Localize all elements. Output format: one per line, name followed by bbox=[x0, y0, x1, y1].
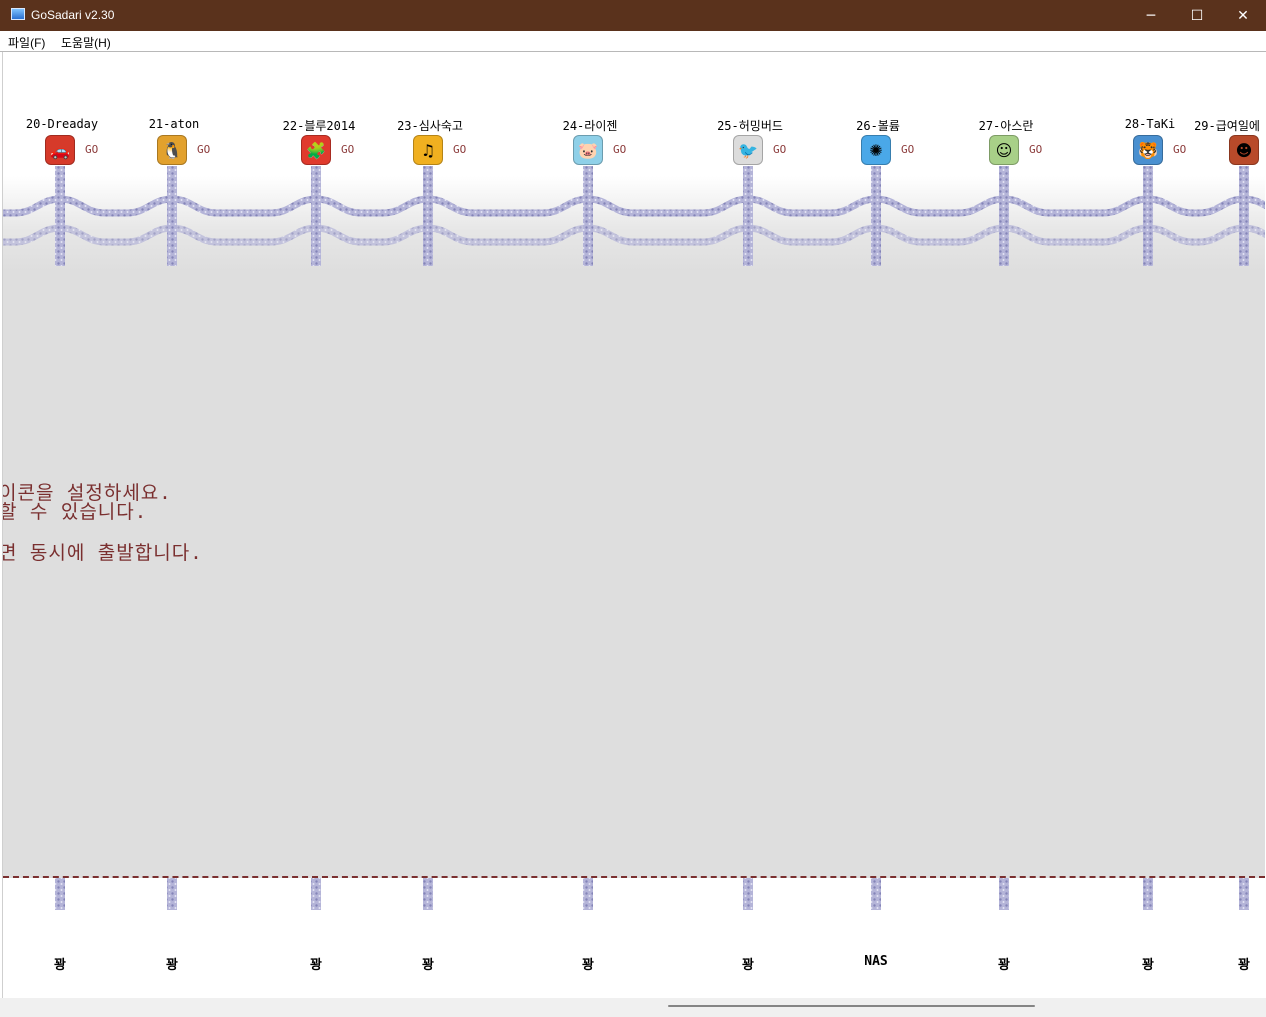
ladder-lines bbox=[3, 166, 1265, 266]
result-label: NAS bbox=[864, 954, 888, 969]
player-name-label: 22-블루2014 bbox=[282, 119, 356, 133]
instruction-line-2: 할 수 있습니다. bbox=[2, 501, 148, 523]
go-button[interactable]: GO bbox=[1029, 143, 1042, 156]
player-name-label: 21-aton bbox=[148, 117, 200, 131]
ladder-rail bbox=[55, 166, 65, 266]
app-icon bbox=[11, 8, 25, 20]
puzzle-game-icon[interactable]: 🧩 bbox=[301, 135, 331, 165]
maximize-button[interactable]: ☐ bbox=[1174, 0, 1220, 31]
result-label: 꽝 bbox=[582, 958, 594, 973]
result-label: 꽝 bbox=[998, 958, 1010, 973]
go-button[interactable]: GO bbox=[901, 143, 914, 156]
player-name-label: 27-아스란 bbox=[978, 119, 1034, 133]
ladder-rail bbox=[311, 166, 321, 266]
menu-help[interactable]: 도움말(H) bbox=[61, 34, 111, 51]
music-note-icon[interactable]: ♫ bbox=[413, 135, 443, 165]
ladder-rail bbox=[1239, 166, 1249, 266]
penguin-game-icon[interactable]: 🐧 bbox=[157, 135, 187, 165]
ladder-canvas: 20-Dreaday 🚗 GO 21-aton 🐧 GO 22-블루2014 🧩 GO 23-심사… bbox=[2, 52, 1265, 998]
result-label: 꽝 bbox=[54, 958, 66, 973]
tiger-face-icon[interactable]: 🐯 bbox=[1133, 135, 1163, 165]
result-label: 꽝 bbox=[166, 958, 178, 973]
ladder-waves bbox=[3, 195, 1265, 246]
result-label: 꽝 bbox=[422, 958, 434, 973]
result-label: 꽝 bbox=[1142, 958, 1154, 973]
icon-glyph: 🐦 bbox=[738, 140, 758, 160]
ladder-rail bbox=[583, 166, 593, 266]
icon-glyph: ☺ bbox=[995, 140, 1013, 160]
go-button[interactable]: GO bbox=[197, 143, 210, 156]
ladder-rail bbox=[999, 166, 1009, 266]
icon-glyph: 🐧 bbox=[162, 140, 182, 160]
icon-glyph: 🚗 bbox=[50, 140, 70, 160]
result-label: 꽝 bbox=[1238, 958, 1250, 973]
pig-game-icon[interactable]: 🐷 bbox=[573, 135, 603, 165]
icon-glyph: ♫ bbox=[420, 140, 436, 160]
result-label: 꽝 bbox=[742, 958, 754, 973]
go-button[interactable]: GO bbox=[453, 143, 466, 156]
ladder-wave bbox=[3, 224, 1265, 246]
icon-glyph: ☻ bbox=[1235, 140, 1253, 160]
icon-glyph: ✺ bbox=[869, 140, 883, 160]
icon-glyph: 🧩 bbox=[306, 140, 326, 160]
ladder-rail bbox=[871, 166, 881, 266]
pinwheel-icon[interactable]: ✺ bbox=[861, 135, 891, 165]
player-name-label: 20-Dreaday bbox=[25, 117, 99, 131]
cars-game-icon[interactable]: 🚗 bbox=[45, 135, 75, 165]
icon-glyph: 🐷 bbox=[578, 140, 598, 160]
go-button[interactable]: GO bbox=[1173, 143, 1186, 156]
player-name-label: 25-허밍버드 bbox=[717, 119, 783, 133]
finish-line bbox=[3, 876, 1265, 878]
minimize-button[interactable]: ─ bbox=[1128, 0, 1174, 31]
ladder-rail bbox=[423, 166, 433, 266]
ladder-rail bbox=[167, 166, 177, 266]
ladder-rail bbox=[743, 166, 753, 266]
scrollbar-thumb[interactable] bbox=[668, 1005, 1035, 1007]
go-button[interactable]: GO bbox=[773, 143, 786, 156]
player-name-label: 28-TaKi bbox=[1124, 117, 1176, 131]
cartoon-face-icon[interactable]: ☺ bbox=[989, 135, 1019, 165]
go-button[interactable]: GO bbox=[85, 143, 98, 156]
angry-bird-icon[interactable]: 🐦 bbox=[733, 135, 763, 165]
result-label: 꽝 bbox=[310, 958, 322, 973]
title-bar: GoSadari v2.30 ─ ☐ ✕ bbox=[0, 0, 1266, 31]
window-title: GoSadari v2.30 bbox=[31, 8, 115, 22]
icon-glyph: 🐯 bbox=[1138, 140, 1158, 160]
player-name-label: 29-급여일에 bbox=[1194, 119, 1260, 133]
character-face-icon[interactable]: ☻ bbox=[1229, 135, 1259, 165]
close-button[interactable]: ✕ bbox=[1220, 0, 1266, 31]
go-button[interactable]: GO bbox=[341, 143, 354, 156]
ladder-wave bbox=[3, 195, 1265, 217]
go-button[interactable]: GO bbox=[613, 143, 626, 156]
horizontal-scrollbar[interactable] bbox=[0, 998, 1266, 1017]
menu-file[interactable]: 파일(F) bbox=[8, 34, 45, 51]
player-name-label: 24-라이젠 bbox=[562, 119, 618, 133]
player-name-label: 26-볼륨 bbox=[856, 119, 900, 133]
instruction-line-3: 면 동시에 출발합니다. bbox=[2, 542, 203, 564]
ladder-rail bbox=[1143, 166, 1153, 266]
player-name-label: 23-심사숙고 bbox=[397, 119, 463, 133]
menu-bar: 파일(F) 도움말(H) bbox=[0, 31, 1266, 52]
